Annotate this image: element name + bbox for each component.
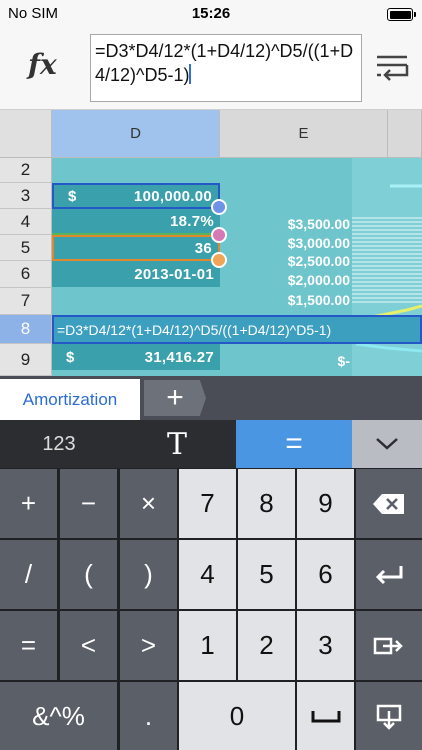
- row-header-7[interactable]: 7: [0, 288, 52, 315]
- key-close-paren[interactable]: ): [120, 540, 177, 609]
- cell-d8-editor[interactable]: =D3*D4/12*(1+D4/12)^D5/((1+D4/12)^D5-1): [52, 315, 422, 344]
- key-4[interactable]: 4: [179, 540, 236, 609]
- formula-mode-button[interactable]: =: [236, 420, 352, 468]
- status-bar: No SIM 15:26: [0, 0, 422, 28]
- next-cell-button[interactable]: [356, 611, 422, 680]
- key-symbols[interactable]: &^%: [0, 682, 117, 750]
- column-header-e[interactable]: E: [220, 110, 388, 158]
- commit-down-icon: [376, 704, 402, 730]
- key-multiply[interactable]: ×: [120, 469, 177, 538]
- reference-handle-orange[interactable]: [211, 252, 227, 268]
- cell-value: 18.7%: [169, 212, 214, 230]
- column-header-f[interactable]: [388, 110, 422, 158]
- add-sheet-button[interactable]: +: [144, 380, 206, 416]
- text-mode-button[interactable]: T: [118, 420, 236, 468]
- row-header-9[interactable]: 9: [0, 344, 52, 376]
- formula-input[interactable]: =D3*D4/12*(1+D4/12)^D5/((1+D4/12)^D5-1): [90, 34, 362, 102]
- row-header-8[interactable]: 8: [0, 315, 52, 344]
- key-6[interactable]: 6: [297, 540, 354, 609]
- numbers-mode-button[interactable]: 123: [0, 420, 118, 468]
- wrap-text-icon[interactable]: [374, 50, 410, 86]
- commit-button[interactable]: [356, 682, 422, 750]
- cell-d9[interactable]: $ 31,416.27: [52, 344, 220, 370]
- cell-d6[interactable]: 2013-01-01: [52, 261, 220, 287]
- chevron-down-icon: [376, 438, 398, 450]
- clock: 15:26: [191, 5, 231, 22]
- space-button[interactable]: [297, 682, 354, 750]
- key-2[interactable]: 2: [238, 611, 295, 680]
- cell-editor-text: =D3*D4/12*(1+D4/12)^D5/((1+D4/12)^D5-1): [57, 321, 332, 338]
- key-minus[interactable]: −: [60, 469, 117, 538]
- y-tick-label: $3,500.00: [287, 216, 350, 232]
- key-divide[interactable]: /: [0, 540, 57, 609]
- key-0[interactable]: 0: [179, 682, 295, 750]
- key-3[interactable]: 3: [297, 611, 354, 680]
- spreadsheet-grid[interactable]: D E 2 3 4 5 6 7 8 9 $3,500.00 $3,000.00 …: [0, 110, 422, 376]
- function-icon[interactable]: fx: [28, 48, 57, 81]
- tab-amortization[interactable]: Amortization: [0, 376, 140, 420]
- return-button[interactable]: [356, 540, 422, 609]
- text-caret: [189, 64, 192, 84]
- y-tick-label: $3,000.00: [287, 235, 350, 251]
- row-header-4[interactable]: 4: [0, 209, 52, 235]
- key-8[interactable]: 8: [238, 469, 295, 538]
- cell-value: 100,000.00: [133, 187, 212, 205]
- key-5[interactable]: 5: [238, 540, 295, 609]
- formula-bar: fx =D3*D4/12*(1+D4/12)^D5/((1+D4/12)^D5-…: [0, 28, 422, 110]
- key-open-paren[interactable]: (: [60, 540, 117, 609]
- row-header-2[interactable]: 2: [0, 158, 52, 183]
- battery-icon: [387, 8, 416, 21]
- tab-right-icon: [373, 637, 403, 654]
- sheet-tab-bar: Amortization +: [0, 376, 422, 420]
- column-header-d[interactable]: D: [52, 110, 220, 158]
- cell-d4[interactable]: 18.7%: [52, 209, 220, 235]
- key-less-than[interactable]: <: [60, 611, 117, 680]
- keyboard-mode-bar: 123 T =: [0, 420, 422, 468]
- currency-symbol: $: [66, 348, 75, 366]
- key-1[interactable]: 1: [179, 611, 236, 680]
- cell-value: 31,416.27: [144, 348, 214, 366]
- cell-d5[interactable]: 36: [52, 235, 220, 261]
- y-tick-label: $2,000.00: [287, 272, 350, 288]
- y-tick-label: $-: [337, 353, 350, 369]
- formula-text: =D3*D4/12*(1+D4/12)^D5/((1+D4/12)^D5-1): [95, 41, 354, 85]
- reference-handle-blue[interactable]: [211, 199, 227, 215]
- key-decimal[interactable]: .: [120, 682, 177, 750]
- y-tick-label: $1,500.00: [287, 292, 350, 308]
- row-header-3[interactable]: 3: [0, 183, 52, 209]
- hide-keyboard-button[interactable]: [352, 420, 422, 468]
- corner-header[interactable]: [0, 110, 52, 158]
- cell-value: 2013-01-01: [134, 265, 214, 283]
- formula-keyboard: + − × 7 8 9 / ( ) 4 5 6 = < > 1 2 3 &^% …: [0, 468, 422, 750]
- row-header-5[interactable]: 5: [0, 235, 52, 261]
- key-equals[interactable]: =: [0, 611, 57, 680]
- return-icon: [375, 565, 403, 584]
- row-header-6[interactable]: 6: [0, 261, 52, 288]
- key-plus[interactable]: +: [0, 469, 57, 538]
- y-tick-label: $2,500.00: [287, 253, 350, 269]
- backspace-button[interactable]: [356, 469, 422, 538]
- currency-symbol: $: [68, 187, 77, 205]
- key-9[interactable]: 9: [297, 469, 354, 538]
- key-greater-than[interactable]: >: [120, 611, 177, 680]
- reference-handle-pink[interactable]: [211, 227, 227, 243]
- key-7[interactable]: 7: [179, 469, 236, 538]
- cell-value: 36: [194, 239, 212, 257]
- space-icon: [311, 710, 340, 722]
- backspace-icon: [373, 493, 404, 514]
- cell-d3[interactable]: $ 100,000.00: [52, 183, 220, 209]
